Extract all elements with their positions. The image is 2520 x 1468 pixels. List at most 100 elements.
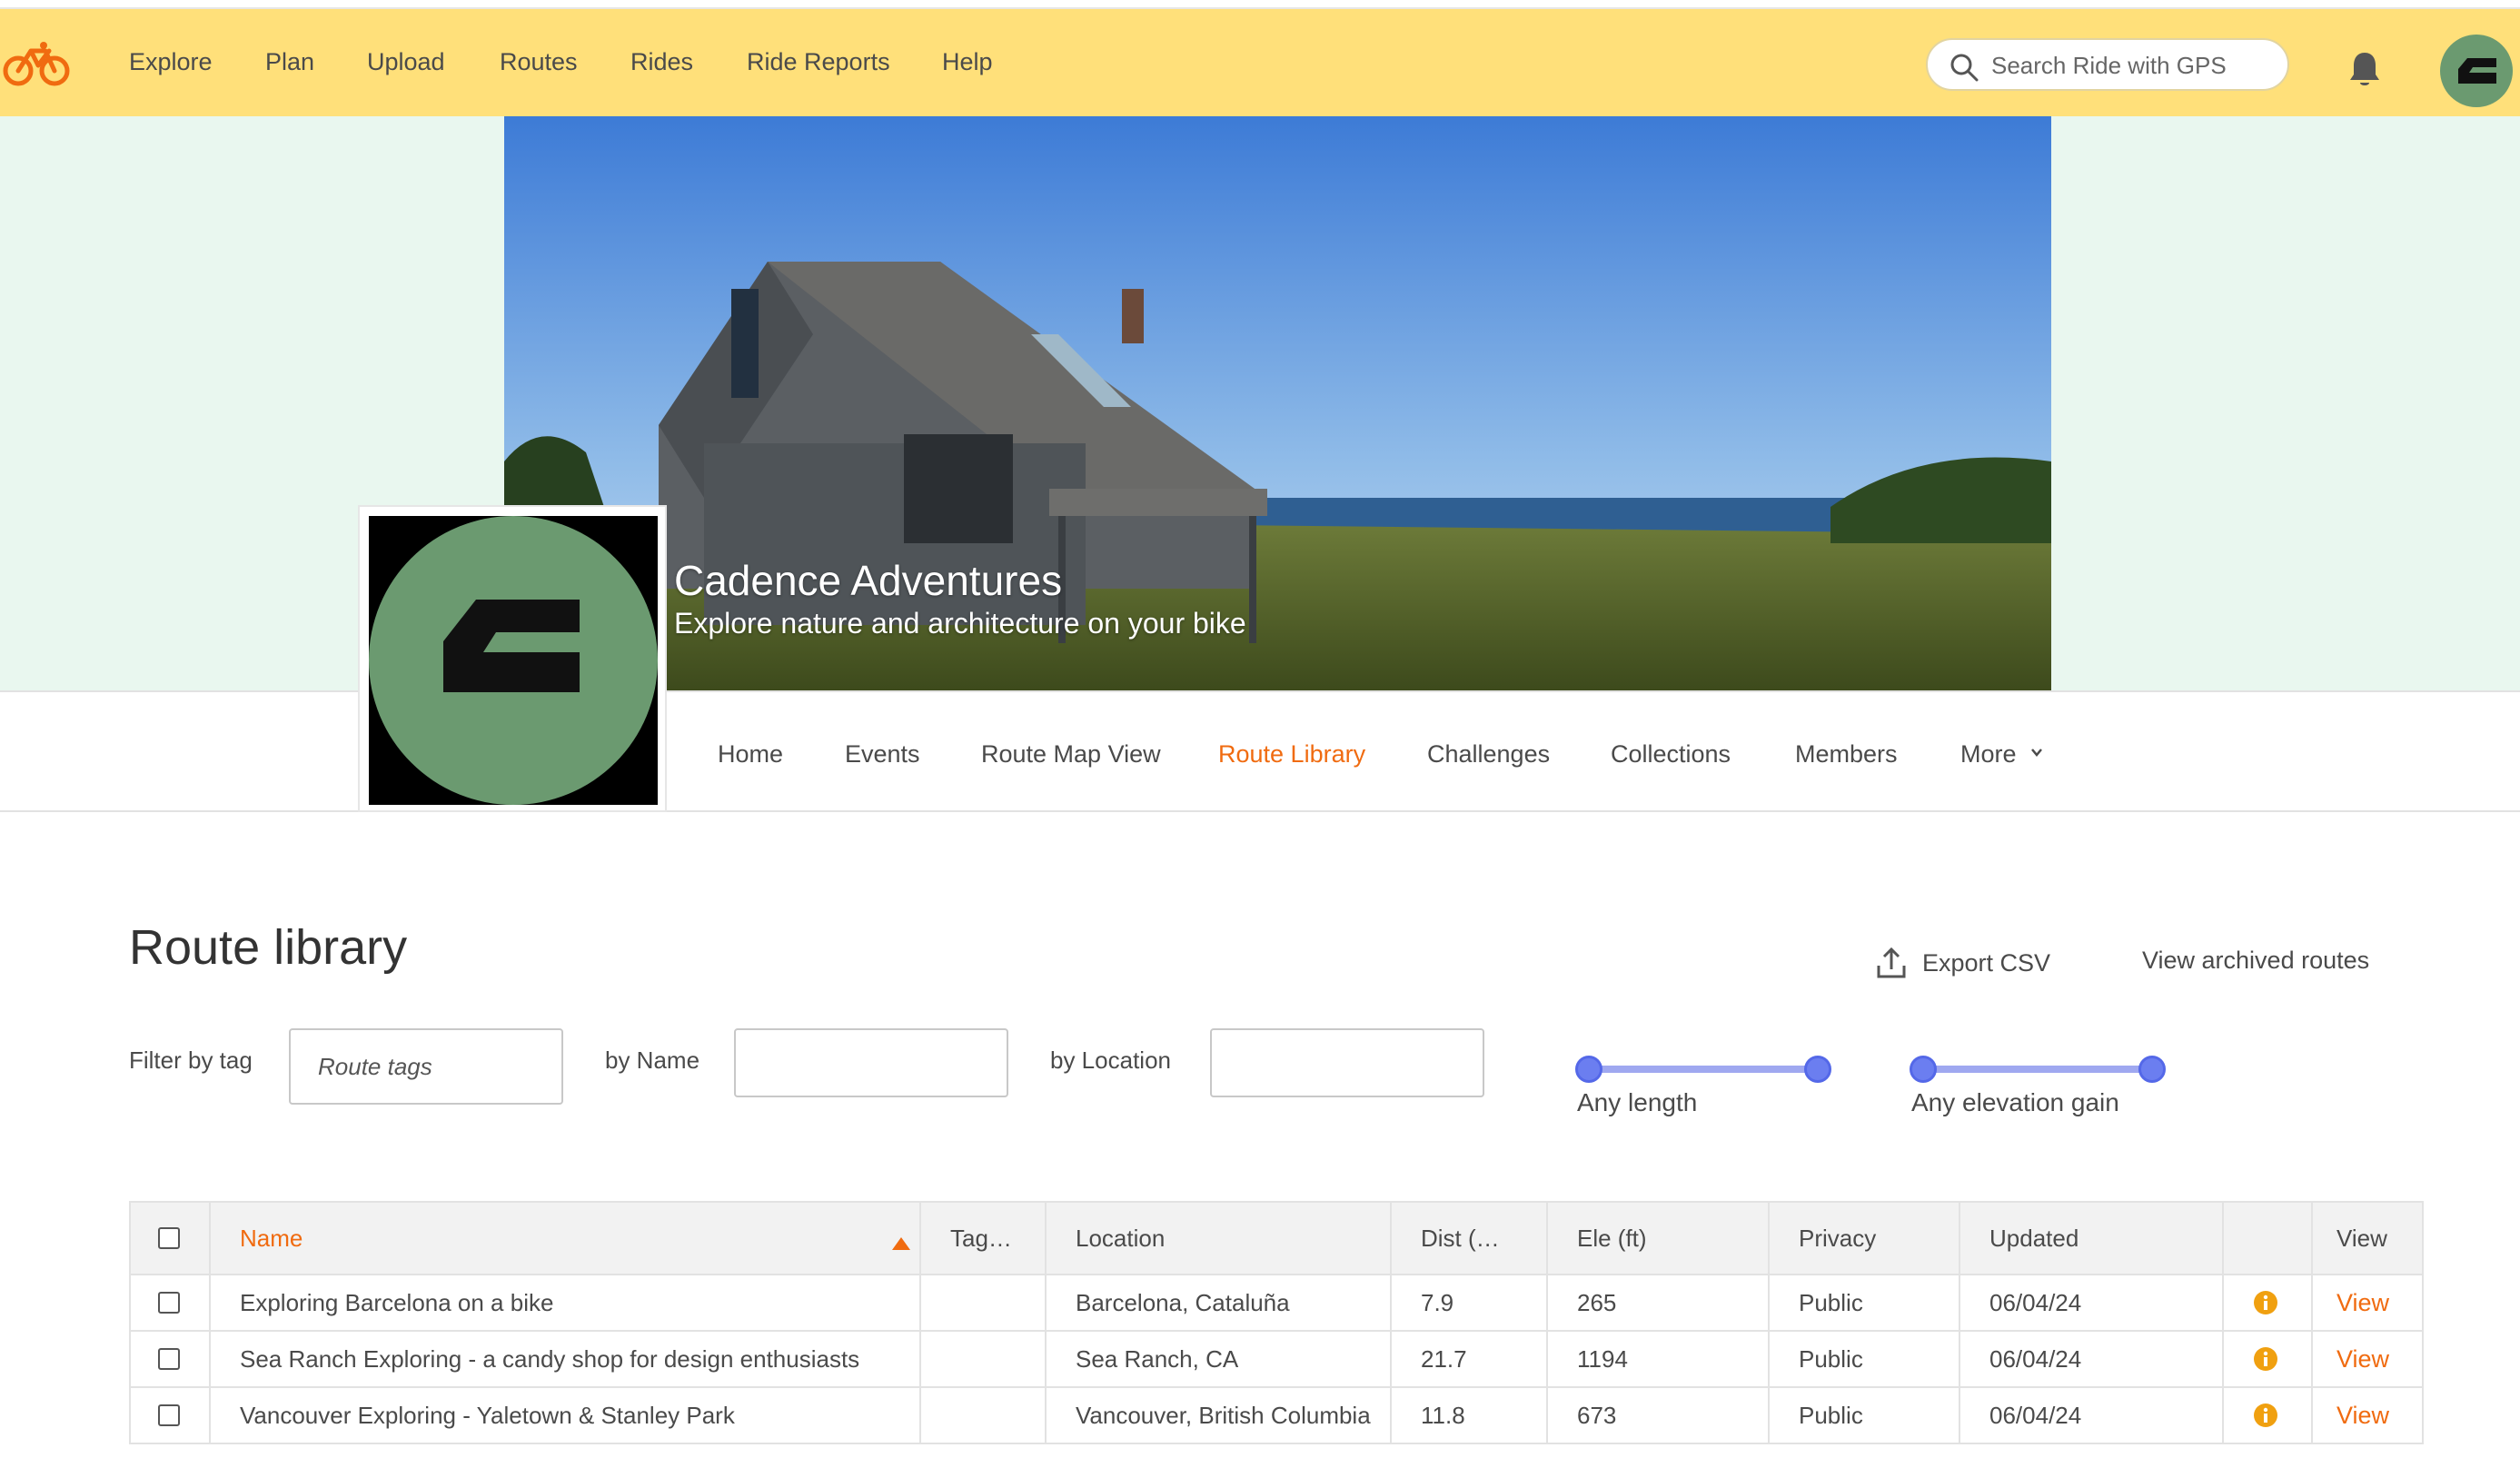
nav-help[interactable]: Help — [942, 44, 993, 80]
nav-routes[interactable]: Routes — [500, 44, 578, 80]
route-location: Barcelona, Cataluña — [1047, 1275, 1392, 1330]
nav-rides[interactable]: Rides — [630, 44, 693, 80]
route-elevation: 265 — [1548, 1275, 1770, 1330]
route-distance: 21.7 — [1392, 1332, 1548, 1386]
row-select-cell — [131, 1388, 211, 1443]
tab-challenges[interactable]: Challenges — [1427, 738, 1550, 770]
view-route-link[interactable]: View — [2336, 1345, 2389, 1374]
nav-upload[interactable]: Upload — [367, 44, 445, 80]
page-title: Route library — [129, 920, 408, 975]
filter-location-label: by Location — [1050, 1046, 1171, 1074]
bell-icon[interactable] — [2347, 49, 2382, 89]
route-name[interactable]: Sea Ranch Exploring - a candy shop for d… — [211, 1332, 921, 1386]
route-privacy: Public — [1770, 1275, 1960, 1330]
export-csv-button[interactable]: Export CSV — [1875, 943, 2050, 983]
view-route-link[interactable]: View — [2336, 1402, 2389, 1430]
location-filter-input[interactable] — [1210, 1028, 1484, 1097]
elevation-slider-min-handle[interactable] — [1910, 1056, 1937, 1083]
route-view-cell: View — [2313, 1332, 2422, 1386]
info-icon[interactable] — [2253, 1346, 2278, 1372]
bike-logo-icon[interactable] — [2, 38, 73, 89]
route-name[interactable]: Exploring Barcelona on a bike — [211, 1275, 921, 1330]
col-tags-header[interactable]: Tag… — [921, 1203, 1047, 1274]
club-avatar — [358, 505, 667, 812]
view-route-link[interactable]: View — [2336, 1289, 2389, 1317]
elevation-slider-max-handle[interactable] — [2138, 1056, 2166, 1083]
club-tagline: Explore nature and architecture on your … — [674, 607, 1246, 640]
export-icon — [1877, 947, 1906, 978]
info-icon[interactable] — [2253, 1403, 2278, 1428]
tab-route-library[interactable]: Route Library — [1218, 738, 1365, 770]
user-avatar-logo-icon — [2458, 58, 2496, 84]
nav-ride-reports[interactable]: Ride Reports — [747, 44, 890, 80]
route-location: Sea Ranch, CA — [1047, 1332, 1392, 1386]
row-select-cell — [131, 1275, 211, 1330]
route-view-cell: View — [2313, 1275, 2422, 1330]
club-logo-icon — [369, 516, 658, 805]
table-row[interactable]: Sea Ranch Exploring - a candy shop for d… — [129, 1332, 2424, 1388]
chevron-down-icon — [2031, 749, 2042, 757]
elevation-slider-label: Any elevation gain — [1911, 1088, 2119, 1116]
row-checkbox[interactable] — [158, 1292, 180, 1314]
table-header: Name Tag… Location Dist (… Ele (ft) Priv… — [129, 1201, 2424, 1275]
length-slider-max-handle[interactable] — [1804, 1056, 1831, 1083]
col-distance-header[interactable]: Dist (… — [1392, 1203, 1548, 1274]
search-bar[interactable] — [1926, 38, 2289, 91]
col-name-label: Name — [240, 1224, 303, 1252]
tab-members[interactable]: Members — [1795, 738, 1898, 770]
col-privacy-header[interactable]: Privacy — [1770, 1203, 1960, 1274]
route-distance: 7.9 — [1392, 1275, 1548, 1330]
route-name[interactable]: Vancouver Exploring - Yaletown & Stanley… — [211, 1388, 921, 1443]
row-checkbox[interactable] — [158, 1404, 180, 1426]
view-archived-routes-link[interactable]: View archived routes — [2142, 947, 2369, 975]
route-tags — [921, 1388, 1047, 1443]
route-tags — [921, 1275, 1047, 1330]
club-avatar-image — [369, 516, 658, 805]
col-updated-header[interactable]: Updated — [1960, 1203, 2224, 1274]
tab-more-label: More — [1960, 740, 2017, 768]
col-view-header: View — [2336, 1224, 2387, 1252]
length-slider-min-handle[interactable] — [1575, 1056, 1602, 1083]
tab-events[interactable]: Events — [845, 738, 920, 770]
route-elevation: 1194 — [1548, 1332, 1770, 1386]
search-input[interactable] — [1991, 47, 2273, 84]
route-privacy: Public — [1770, 1388, 1960, 1443]
table-row[interactable]: Vancouver Exploring - Yaletown & Stanley… — [129, 1388, 2424, 1444]
length-slider-label: Any length — [1577, 1088, 1698, 1116]
export-csv-label: Export CSV — [1922, 948, 2051, 977]
name-filter-input[interactable] — [734, 1028, 1008, 1097]
route-privacy: Public — [1770, 1332, 1960, 1386]
row-select-cell — [131, 1332, 211, 1386]
route-location: Vancouver, British Columbia — [1047, 1388, 1392, 1443]
user-avatar[interactable] — [2440, 35, 2513, 107]
tab-route-map-view[interactable]: Route Map View — [981, 738, 1161, 770]
tab-collections[interactable]: Collections — [1611, 738, 1731, 770]
club-name: Cadence Adventures — [674, 557, 1063, 604]
nav-explore[interactable]: Explore — [129, 44, 213, 80]
route-info-cell — [2224, 1332, 2313, 1386]
elevation-slider-track — [1922, 1066, 2153, 1073]
route-updated: 06/04/24 — [1960, 1388, 2224, 1443]
elevation-range-slider[interactable] — [1910, 1056, 2166, 1083]
route-distance: 11.8 — [1392, 1388, 1548, 1443]
table-row[interactable]: Exploring Barcelona on a bike Barcelona,… — [129, 1275, 2424, 1332]
row-checkbox[interactable] — [158, 1348, 180, 1370]
route-updated: 06/04/24 — [1960, 1332, 2224, 1386]
filter-tag-label: Filter by tag — [129, 1046, 253, 1074]
nav-plan[interactable]: Plan — [265, 44, 314, 80]
info-icon[interactable] — [2253, 1290, 2278, 1315]
search-icon — [1950, 54, 1979, 82]
filter-name-label: by Name — [605, 1046, 700, 1074]
route-view-cell: View — [2313, 1388, 2422, 1443]
route-info-cell — [2224, 1388, 2313, 1443]
col-elevation-header[interactable]: Ele (ft) — [1548, 1203, 1770, 1274]
select-all-checkbox[interactable] — [158, 1227, 180, 1249]
tab-home[interactable]: Home — [718, 738, 783, 770]
route-updated: 06/04/24 — [1960, 1275, 2224, 1330]
col-name-header[interactable]: Name — [211, 1203, 921, 1274]
length-range-slider[interactable] — [1575, 1056, 1831, 1083]
tab-more[interactable]: More — [1960, 738, 2043, 770]
col-location-header[interactable]: Location — [1047, 1203, 1392, 1274]
sort-asc-icon — [892, 1237, 910, 1250]
route-tags-input[interactable] — [289, 1028, 563, 1105]
